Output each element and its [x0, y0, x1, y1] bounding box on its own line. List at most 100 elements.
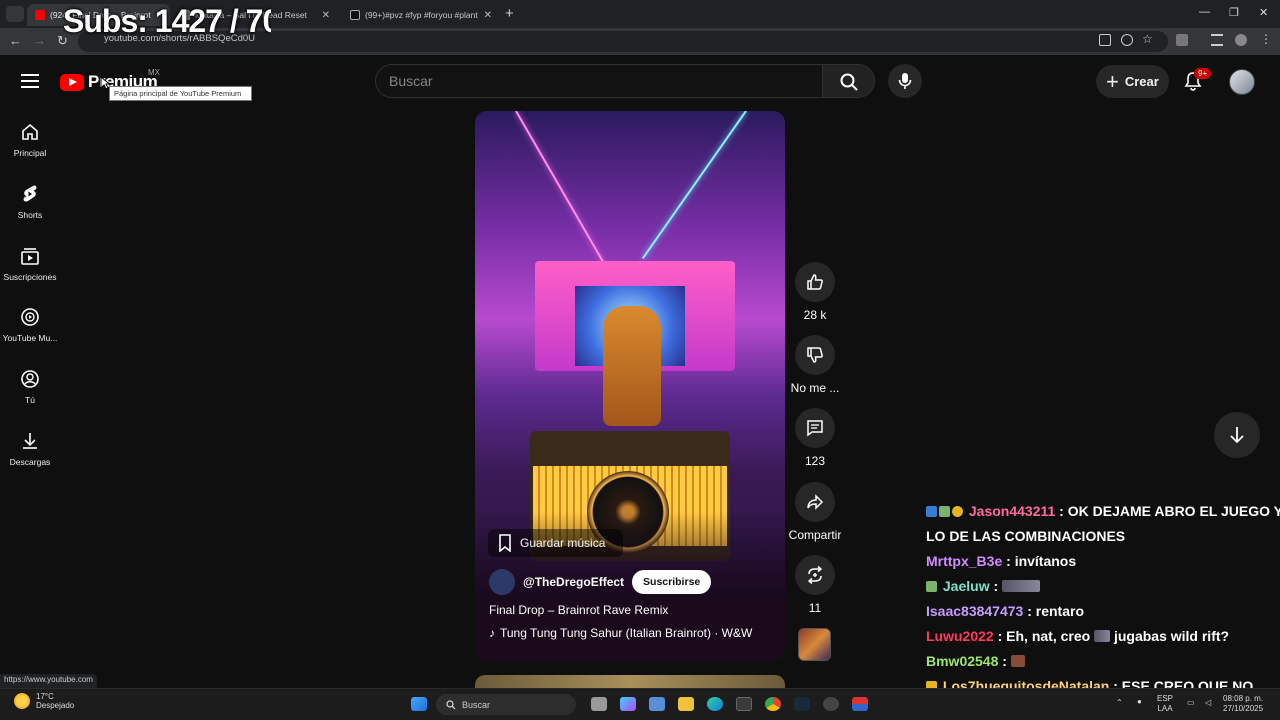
dislike-button[interactable]: No me ...: [785, 335, 845, 395]
logo-tooltip: Página principal de YouTube Premium: [109, 86, 252, 101]
comments-button[interactable]: 123: [785, 408, 845, 468]
extensions-icon[interactable]: [1176, 34, 1188, 46]
back-icon[interactable]: ←: [9, 33, 22, 48]
nav-home[interactable]: Principal: [0, 122, 60, 158]
volume-icon[interactable]: ◁: [1205, 698, 1211, 708]
menu-icon[interactable]: [21, 73, 39, 89]
language-indicator[interactable]: ESP LAA: [1157, 694, 1173, 714]
nav-downloads[interactable]: Descargas: [0, 431, 60, 467]
remix-button[interactable]: 11: [785, 555, 845, 615]
chat-message: Luwu2022 : Eh, nat, creo jugabas wild ri…: [926, 628, 1230, 644]
terminal-icon[interactable]: [736, 697, 752, 711]
search-button[interactable]: [822, 64, 875, 98]
chat-badge-icon: [926, 506, 937, 517]
like-button[interactable]: 28 k: [785, 262, 845, 322]
clock[interactable]: 08:08 p. m. 27/10/2025: [1223, 694, 1263, 714]
chat-emote-icon: [1094, 630, 1111, 642]
weather-sun-icon: [14, 693, 30, 709]
search-placeholder: Buscar: [389, 73, 433, 89]
windows-taskbar: [0, 688, 1280, 720]
arrow-down-icon: [1230, 427, 1244, 444]
nav-subscriptions[interactable]: Suscripciones: [0, 246, 60, 282]
file-explorer-icon[interactable]: [678, 697, 694, 711]
country-code: MX: [148, 68, 160, 77]
nav-youtube-music[interactable]: YouTube Mu...: [0, 307, 60, 343]
forward-icon[interactable]: →: [33, 33, 46, 48]
new-tab-icon[interactable]: +: [505, 5, 514, 22]
notification-count-badge: 9+: [1194, 68, 1212, 79]
reading-list-icon[interactable]: [1211, 34, 1223, 46]
chat-emote-icon: [1002, 580, 1041, 592]
profile-icon[interactable]: [1235, 34, 1247, 46]
account-avatar[interactable]: [1229, 69, 1255, 95]
subs-counter-overlay: Subs: 1427 / 70: [63, 3, 271, 39]
tab-tiktok[interactable]: (99+)#pvz #fyp #foryou #plant ✕: [342, 4, 500, 26]
microphone-icon: [898, 73, 912, 89]
save-music-button[interactable]: Guardar música: [488, 529, 623, 557]
search-icon: [446, 699, 456, 709]
maximize-icon[interactable]: ❐: [1229, 6, 1239, 19]
thumbs-down-icon: [807, 347, 823, 363]
network-icon[interactable]: ▭: [1187, 698, 1195, 708]
comment-icon: [807, 420, 823, 437]
tray-overflow-icon[interactable]: ⌃: [1116, 698, 1123, 708]
tab-search-button[interactable]: [6, 6, 24, 22]
microphone-tray-icon[interactable]: ●: [1137, 697, 1142, 707]
edge-icon[interactable]: [707, 697, 723, 711]
download-icon: [23, 433, 37, 449]
voice-search-button[interactable]: [888, 64, 922, 98]
minimize-icon[interactable]: —: [1199, 6, 1210, 18]
nav-shorts[interactable]: Shorts: [0, 184, 60, 220]
subscriptions-icon: [21, 248, 39, 265]
obs-icon[interactable]: [852, 697, 868, 711]
chat-badge-icon: [926, 581, 937, 592]
shorts-icon: [23, 185, 37, 202]
youtube-music-icon: [21, 308, 39, 326]
you-icon: [21, 370, 39, 388]
status-bar-url: https://www.youtube.com: [0, 674, 97, 688]
close-tab-icon[interactable]: ✕: [484, 10, 492, 21]
next-video-button[interactable]: [1214, 412, 1260, 458]
stream-chat-overlay: Jason443211 : OK DEJAME ABRO EL JUEGO Y …: [926, 499, 1280, 699]
chat-message: Jaeluw :: [926, 574, 1276, 599]
chat-emote-icon: [1010, 655, 1025, 667]
steam-icon[interactable]: [794, 697, 810, 711]
task-view-icon[interactable]: [591, 697, 607, 711]
sound-thumbnail[interactable]: [798, 628, 831, 661]
tiktok-favicon-icon: [350, 10, 360, 20]
bookmark-star-icon[interactable]: ☆: [1142, 32, 1154, 46]
create-button[interactable]: + Crear: [1096, 65, 1169, 98]
chat-badge-icon: [952, 506, 963, 517]
close-window-icon[interactable]: ✕: [1259, 6, 1268, 19]
store-icon[interactable]: [649, 697, 665, 711]
chrome-icon[interactable]: [765, 697, 781, 711]
subscribe-button[interactable]: Suscribirse: [632, 570, 712, 594]
taskbar-search[interactable]: Buscar: [436, 694, 576, 715]
chat-badge-icon: [939, 506, 950, 517]
search-icon: [840, 73, 858, 91]
thumbs-up-icon: [807, 274, 823, 290]
channel-row: @TheDregoEffect Suscribirse: [489, 569, 712, 595]
windows-start-icon[interactable]: [411, 697, 427, 711]
weather-widget[interactable]: 17°C Despejado: [14, 692, 74, 710]
music-note-icon: ♪: [489, 626, 495, 640]
bookmark-icon: [499, 534, 511, 552]
browser-menu-icon[interactable]: ⋮: [1260, 32, 1272, 46]
music-link[interactable]: ♪ Tung Tung Tung Sahur (Italian Brainrot…: [489, 626, 752, 640]
home-icon: [22, 123, 38, 140]
close-tab-icon[interactable]: ✕: [322, 10, 330, 21]
laser-beam: [515, 111, 607, 268]
video-title[interactable]: Final Drop – Brainrot Rave Remix: [489, 603, 668, 617]
channel-name[interactable]: @TheDregoEffect: [523, 575, 624, 589]
zoom-icon[interactable]: [1121, 34, 1133, 46]
youtube-favicon-icon: [35, 10, 45, 20]
nav-you[interactable]: Tú: [0, 369, 60, 405]
search-input[interactable]: [375, 64, 823, 98]
share-button[interactable]: Compartir: [785, 482, 845, 542]
install-app-icon[interactable]: [1099, 34, 1111, 46]
app-icon[interactable]: [823, 697, 839, 711]
copilot-icon[interactable]: [620, 697, 636, 711]
cartoon-character: [603, 306, 661, 426]
chat-message: Bmw02548 :: [926, 649, 1276, 674]
channel-avatar[interactable]: [489, 569, 515, 595]
